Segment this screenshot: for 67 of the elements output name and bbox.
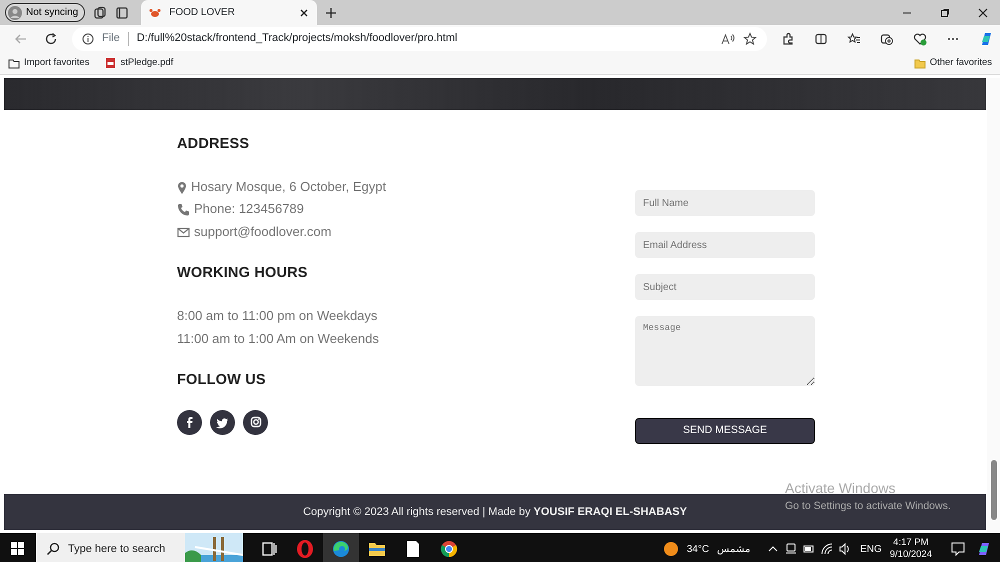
phone-icon (177, 203, 190, 216)
address-bar[interactable]: File D:/full%20stack/frontend_Track/projects/moksh/foodlover/pro.html (72, 26, 767, 50)
text-field[interactable]: Email Address (635, 232, 815, 258)
hours-text: 8:00 am to 11:00 pm on Weekdays (177, 307, 378, 325)
workspaces-icon[interactable] (93, 6, 108, 20)
text-field[interactable]: Subject (635, 274, 815, 300)
favorites-icon[interactable] (847, 32, 861, 46)
url-text: D:/full%20stack/frontend_Track/projects/moksh/foodlover/pro.html (136, 31, 458, 46)
url-scheme: File (102, 31, 120, 46)
text-field[interactable]: Full Name (635, 190, 815, 216)
copilot-icon[interactable] (979, 32, 993, 46)
folder-icon (914, 58, 926, 68)
section-heading: WORKING HOURS (177, 264, 309, 284)
copyright-text: Copyright © 2023 All rights reserved | Made by YOUSIF ERAQI EL-SHABASY (303, 504, 687, 520)
meet-icon[interactable] (784, 542, 798, 556)
close-icon[interactable] (299, 8, 310, 18)
weather-label: مشمس (717, 542, 750, 556)
profile-button[interactable]: Not syncing (5, 3, 86, 22)
clock-date: 9/10/2024 (890, 549, 932, 561)
weather-temp: 34°C (686, 542, 710, 556)
message-field[interactable]: Message (635, 316, 815, 386)
browser-tab[interactable]: FOOD LOVER (141, 0, 318, 25)
language-indicator[interactable]: ENG (860, 542, 882, 556)
send-message-button[interactable]: SEND MESSAGE (635, 418, 815, 444)
social-button[interactable] (177, 410, 202, 435)
refresh-icon[interactable] (44, 32, 58, 46)
contact-text: support@foodlover.com (194, 222, 332, 241)
read-aloud-icon[interactable] (721, 32, 735, 44)
new-tab-icon[interactable] (325, 6, 338, 18)
envelope-icon (177, 226, 190, 238)
social-button[interactable] (243, 410, 268, 435)
star-icon[interactable] (743, 32, 757, 46)
search-icon (46, 542, 60, 556)
contact-text: Phone: 123456789 (194, 200, 304, 218)
scrollbar[interactable] (987, 78, 1000, 533)
taskbar-search[interactable]: Type here to search (36, 533, 243, 562)
taskbar-app-button[interactable] (323, 533, 359, 562)
social-button[interactable] (210, 410, 235, 435)
activation-title: Activate Windows (785, 479, 896, 498)
notifications-icon[interactable] (950, 541, 966, 557)
clock-time: 4:17 PM (892, 537, 930, 549)
tab-actions-icon[interactable] (115, 6, 130, 20)
contact-text: Hosary Mosque, 6 October, Egypt (191, 178, 386, 196)
activation-text: Go to Settings to activate Windows. (785, 499, 951, 514)
wifi-icon[interactable] (820, 542, 834, 556)
favorite-link[interactable]: stPledge.pdf (105, 56, 174, 70)
sun-icon[interactable] (662, 541, 679, 557)
crab-icon (149, 8, 162, 18)
avatar-icon (8, 6, 22, 20)
section-heading: FOLLOW US (177, 371, 267, 390)
extensions-icon[interactable] (781, 32, 795, 46)
collections-icon[interactable] (880, 32, 894, 46)
folder-arrow-icon (8, 58, 20, 68)
search-placeholder: Type here to search (68, 542, 166, 557)
tab-title: FOOD LOVER (169, 6, 236, 20)
restore-icon[interactable] (940, 8, 950, 18)
browser-essentials-icon[interactable] (913, 32, 927, 46)
map-pin-icon (177, 180, 187, 194)
section-heading: ADDRESS (177, 135, 250, 154)
split-screen-icon[interactable] (814, 32, 828, 46)
favorite-link[interactable]: Import favorites (8, 56, 90, 70)
copilot-icon[interactable] (976, 541, 992, 557)
pdf-icon (105, 57, 116, 69)
close-icon[interactable] (978, 8, 988, 18)
info-icon (82, 32, 94, 44)
favorites-folder[interactable]: Other favorites (914, 56, 992, 70)
hours-text: 11:00 am to 1:00 Am on Weekends (177, 330, 380, 348)
